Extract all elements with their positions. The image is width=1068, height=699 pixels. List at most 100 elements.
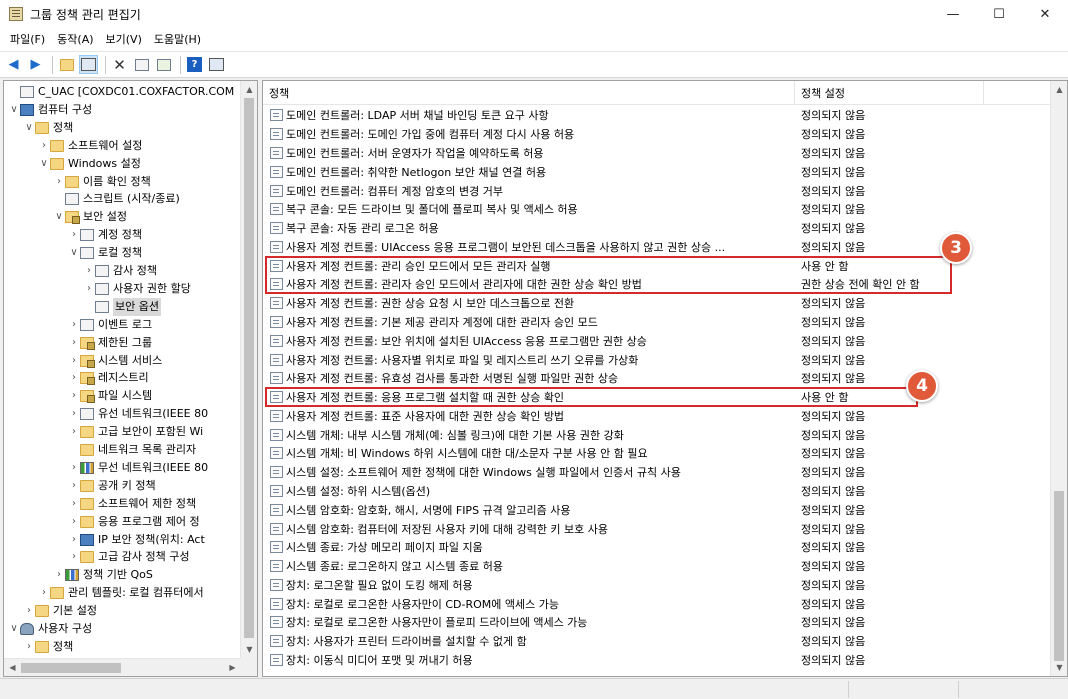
table-row[interactable]: 도메인 컨트롤러: 취약한 Netlogon 보안 채널 연결 허용 정의되지 않… bbox=[263, 162, 1052, 181]
table-row[interactable]: 도메인 컨트롤러: 서버 운영자가 작업을 예약하도록 허용 정의되지 않음 bbox=[263, 144, 1052, 163]
table-row[interactable]: 복구 콘솔: 자동 관리 로그온 허용 정의되지 않음 bbox=[263, 219, 1052, 238]
chevron-right-icon[interactable]: › bbox=[68, 477, 80, 495]
chevron-right-icon[interactable]: › bbox=[68, 513, 80, 531]
scroll-down-icon[interactable]: ▼ bbox=[241, 641, 257, 658]
table-row[interactable]: 사용자 계정 컨트롤: 표준 사용자에 대한 권한 상승 확인 방법 정의되지 않… bbox=[263, 406, 1052, 425]
chevron-right-icon[interactable]: › bbox=[68, 334, 80, 352]
chevron-down-icon[interactable]: ∨ bbox=[23, 119, 35, 137]
list-vertical-thumb[interactable] bbox=[1054, 491, 1064, 661]
chevron-right-icon[interactable]: › bbox=[68, 459, 80, 477]
close-button[interactable]: ✕ bbox=[1022, 0, 1068, 28]
maximize-button[interactable]: ☐ bbox=[976, 0, 1022, 28]
tree-item[interactable]: › 공개 키 정책 bbox=[4, 477, 156, 495]
scroll-up-icon[interactable]: ▲ bbox=[1051, 81, 1067, 98]
tree-item[interactable]: › 이름 확인 정책 bbox=[4, 173, 151, 191]
table-row[interactable]: 사용자 계정 컨트롤: 사용자별 위치로 파일 및 레지스트리 쓰기 오류를 가… bbox=[263, 350, 1052, 369]
tree-item[interactable]: C_UAC [COXDC01.COXFACTOR.COM bbox=[4, 83, 234, 101]
tree-item[interactable]: › 정책 기반 QoS bbox=[4, 566, 153, 584]
scroll-right-icon[interactable]: ▶ bbox=[224, 659, 241, 676]
chevron-down-icon[interactable]: ∨ bbox=[8, 101, 20, 119]
table-row[interactable]: 장치: 로컬로 로그온한 사용자만이 CD-ROM에 액세스 가능 정의되지 않음 bbox=[263, 594, 1052, 613]
tree-item[interactable]: › 소프트웨어 제한 정책 bbox=[4, 495, 196, 513]
delete-icon[interactable]: ✕ bbox=[110, 55, 129, 74]
view-pane-icon[interactable] bbox=[207, 55, 226, 74]
tree-item[interactable]: › 시스템 서비스 bbox=[4, 352, 162, 370]
tree-item[interactable]: › 응용 프로그램 제어 정 bbox=[4, 513, 200, 531]
table-row[interactable]: 시스템 암호화: 컴퓨터에 저장된 사용자 키에 대해 강력한 키 보호 사용 정… bbox=[263, 519, 1052, 538]
tree-item[interactable]: 스크립트 (시작/종료) bbox=[4, 190, 180, 208]
tree-item[interactable]: 네트워크 목록 관리자 bbox=[4, 441, 196, 459]
minimize-button[interactable]: — bbox=[930, 0, 976, 28]
chevron-right-icon[interactable]: › bbox=[68, 352, 80, 370]
chevron-right-icon[interactable]: › bbox=[23, 638, 35, 656]
back-arrow-icon[interactable]: ◀ bbox=[4, 55, 23, 74]
chevron-right-icon[interactable]: › bbox=[38, 137, 50, 155]
tree-item[interactable]: › 기본 설정 bbox=[4, 602, 97, 620]
tree-item[interactable]: 보안 옵션 bbox=[4, 297, 161, 316]
tree-item[interactable]: › 이벤트 로그 bbox=[4, 316, 152, 334]
scroll-down-icon[interactable]: ▼ bbox=[1051, 659, 1067, 676]
tree-item[interactable]: ∨ 정책 bbox=[4, 119, 73, 137]
menu-view[interactable]: 보기(V) bbox=[100, 29, 148, 51]
tree-item[interactable]: › 고급 감사 정책 구성 bbox=[4, 548, 189, 566]
column-header-setting[interactable]: 정책 설정 bbox=[795, 81, 984, 105]
help-icon[interactable]: ? bbox=[185, 55, 204, 74]
table-row[interactable]: 사용자 계정 컨트롤: 보안 위치에 설치된 UIAccess 응용 프로그램만… bbox=[263, 331, 1052, 350]
tree-item[interactable]: ∨ Windows 설정 bbox=[4, 155, 141, 173]
export-list-icon[interactable] bbox=[154, 55, 173, 74]
tree-item[interactable]: › 감사 정책 bbox=[4, 262, 157, 280]
tree-item[interactable]: › 유선 네트워크(IEEE 80 bbox=[4, 405, 208, 423]
tree-item[interactable]: › 계정 정책 bbox=[4, 226, 142, 244]
tree-vertical-scrollbar[interactable]: ▲ ▼ bbox=[240, 81, 257, 658]
chevron-right-icon[interactable]: › bbox=[23, 602, 35, 620]
table-row[interactable]: 장치: 로그온할 필요 없이 도킹 해제 허용 정의되지 않음 bbox=[263, 576, 1052, 595]
chevron-right-icon[interactable]: › bbox=[83, 280, 95, 298]
show-hide-tree-icon[interactable] bbox=[79, 55, 98, 74]
scroll-left-icon[interactable]: ◀ bbox=[4, 659, 21, 676]
tree-item[interactable]: › 파일 시스템 bbox=[4, 387, 152, 405]
chevron-right-icon[interactable]: › bbox=[68, 531, 80, 549]
tree-item[interactable]: ∨ 보안 설정 bbox=[4, 208, 127, 226]
tree-item[interactable]: › 정책 bbox=[4, 638, 73, 656]
up-folder-icon[interactable] bbox=[57, 55, 76, 74]
chevron-right-icon[interactable]: › bbox=[68, 405, 80, 423]
table-row[interactable]: 사용자 계정 컨트롤: UIAccess 응용 프로그램이 보안된 데스크톱을 … bbox=[263, 237, 1052, 256]
list-vertical-scrollbar[interactable]: ▲ ▼ bbox=[1050, 81, 1067, 676]
chevron-down-icon[interactable]: ∨ bbox=[38, 155, 50, 173]
table-row[interactable]: 장치: 이동식 미디어 포맷 및 꺼내기 허용 정의되지 않음 bbox=[263, 651, 1052, 670]
table-row[interactable]: 시스템 개체: 비 Windows 하위 시스템에 대한 대/소문자 구분 사용… bbox=[263, 444, 1052, 463]
tree-item[interactable]: › 관리 템플릿: 로컬 컴퓨터에서 bbox=[4, 584, 204, 602]
chevron-down-icon[interactable]: ∨ bbox=[53, 208, 65, 226]
tree-item[interactable]: ∨ 컴퓨터 구성 bbox=[4, 101, 92, 119]
tree-vertical-thumb[interactable] bbox=[244, 98, 254, 638]
table-row[interactable]: 사용자 계정 컨트롤: 권한 상승 요청 시 보안 데스크톱으로 전환 정의되지 … bbox=[263, 294, 1052, 313]
tree-item[interactable]: ∨ 사용자 구성 bbox=[4, 620, 92, 638]
chevron-right-icon[interactable]: › bbox=[53, 566, 65, 584]
table-row[interactable]: 시스템 종료: 로그온하지 않고 시스템 종료 허용 정의되지 않음 bbox=[263, 557, 1052, 576]
scroll-up-icon[interactable]: ▲ bbox=[241, 81, 257, 98]
tree-item[interactable]: › 무선 네트워크(IEEE 80 bbox=[4, 459, 208, 477]
chevron-right-icon[interactable]: › bbox=[68, 369, 80, 387]
chevron-right-icon[interactable]: › bbox=[53, 173, 65, 191]
table-row[interactable]: 복구 콘솔: 모든 드라이브 및 폴더에 플로피 복사 및 액세스 허용 정의되지… bbox=[263, 200, 1052, 219]
chevron-right-icon[interactable]: › bbox=[68, 387, 80, 405]
chevron-right-icon[interactable]: › bbox=[68, 548, 80, 566]
tree-item[interactable]: › 소프트웨어 설정 bbox=[4, 137, 142, 155]
tree-item[interactable]: › 제한된 그룹 bbox=[4, 334, 152, 352]
chevron-down-icon[interactable]: ∨ bbox=[8, 620, 20, 638]
tree-item[interactable]: › 사용자 권한 할당 bbox=[4, 280, 191, 298]
properties-icon[interactable] bbox=[132, 55, 151, 74]
table-row[interactable]: 도메인 컨트롤러: 도메인 가입 중에 컴퓨터 계정 다시 사용 허용 정의되지 … bbox=[263, 125, 1052, 144]
tree-item[interactable]: › 레지스트리 bbox=[4, 369, 149, 387]
table-row[interactable]: 시스템 암호화: 암호화, 해시, 서명에 FIPS 규격 알고리즘 사용 정의되… bbox=[263, 500, 1052, 519]
chevron-right-icon[interactable]: › bbox=[68, 316, 80, 334]
menu-help[interactable]: 도움말(H) bbox=[148, 29, 207, 51]
tree-item[interactable]: ∨ 로컬 정책 bbox=[4, 244, 142, 262]
tree-item[interactable]: › IP 보안 정책(위치: Act bbox=[4, 531, 205, 549]
forward-arrow-icon[interactable]: ▶ bbox=[26, 55, 45, 74]
tree-item[interactable]: › 고급 보안이 포함된 Wi bbox=[4, 423, 203, 441]
table-row[interactable]: 사용자 계정 컨트롤: 기본 제공 관리자 계정에 대한 관리자 승인 모드 정의… bbox=[263, 313, 1052, 332]
table-row[interactable]: 장치: 사용자가 프린터 드라이버를 설치할 수 없게 함 정의되지 않음 bbox=[263, 632, 1052, 651]
menu-action[interactable]: 동작(A) bbox=[51, 29, 99, 51]
table-row[interactable]: 장치: 로컬로 로그온한 사용자만이 플로피 드라이브에 액세스 가능 정의되지 … bbox=[263, 613, 1052, 632]
